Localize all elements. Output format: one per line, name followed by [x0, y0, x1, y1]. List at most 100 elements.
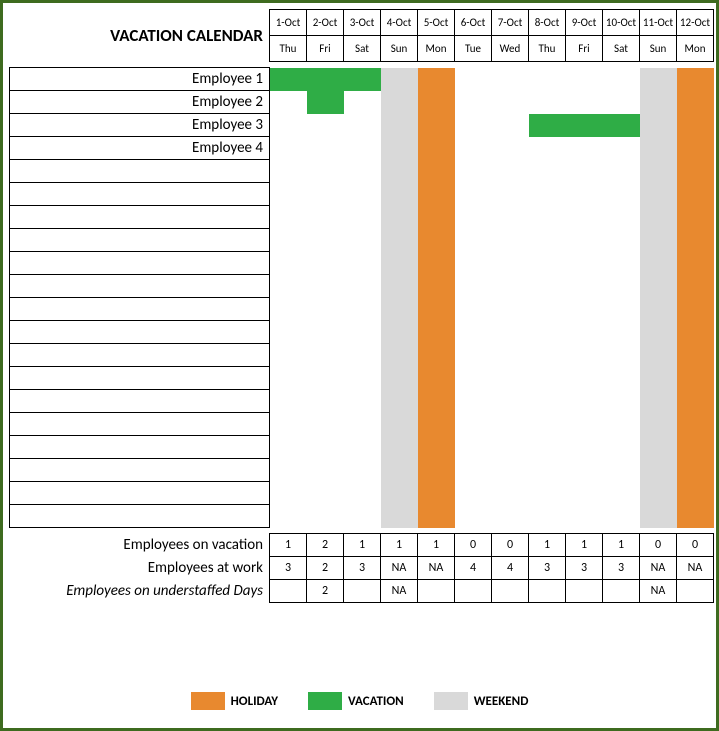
calendar-cell	[492, 459, 529, 482]
summary-cell: 2	[307, 557, 344, 580]
dow-header: Wed	[492, 36, 529, 62]
calendar-cell	[566, 436, 603, 459]
employee-label-empty	[10, 183, 270, 206]
calendar-cell	[566, 229, 603, 252]
employee-label-empty	[10, 321, 270, 344]
calendar-cell	[344, 91, 381, 114]
summary-cell	[344, 580, 381, 603]
calendar-cell	[603, 298, 640, 321]
calendar-cell	[640, 413, 677, 436]
calendar-cell	[677, 183, 714, 206]
calendar-cell	[418, 114, 455, 137]
calendar-cell	[677, 137, 714, 160]
calendar-cell	[307, 137, 344, 160]
summary-cell: 3	[529, 557, 566, 580]
calendar-cell	[270, 114, 307, 137]
calendar-cell	[677, 229, 714, 252]
calendar-cell	[603, 436, 640, 459]
dow-header: Thu	[270, 36, 307, 62]
summary-cell: NA	[418, 557, 455, 580]
calendar-cell	[677, 505, 714, 528]
summary-cell: 3	[566, 557, 603, 580]
calendar-cell	[381, 68, 418, 91]
calendar-cell	[270, 252, 307, 275]
date-header: 8-Oct	[529, 10, 566, 36]
calendar-cell	[381, 137, 418, 160]
calendar-cell	[381, 275, 418, 298]
summary-cell: 4	[492, 557, 529, 580]
calendar-cell	[492, 436, 529, 459]
calendar-cell	[381, 114, 418, 137]
calendar-cell	[344, 183, 381, 206]
calendar-cell	[455, 344, 492, 367]
summary-cell: NA	[381, 557, 418, 580]
employee-label-empty	[10, 390, 270, 413]
calendar-cell	[381, 183, 418, 206]
calendar-cell	[529, 137, 566, 160]
calendar-cell	[270, 275, 307, 298]
summary-cell: 1	[381, 534, 418, 557]
calendar-cell	[344, 252, 381, 275]
calendar-cell	[418, 321, 455, 344]
calendar-cell	[418, 390, 455, 413]
calendar-cell	[270, 91, 307, 114]
page-title: VACATION CALENDAR	[10, 10, 270, 62]
calendar-cell	[566, 68, 603, 91]
calendar-cell	[344, 436, 381, 459]
calendar-cell	[566, 298, 603, 321]
employee-label-empty	[10, 298, 270, 321]
calendar-cell	[640, 459, 677, 482]
dow-header: Sun	[381, 36, 418, 62]
calendar-cell	[529, 298, 566, 321]
summary-cell: NA	[640, 580, 677, 603]
calendar-cell	[677, 275, 714, 298]
calendar-cell	[418, 459, 455, 482]
calendar-cell	[418, 91, 455, 114]
calendar-cell	[492, 344, 529, 367]
calendar-cell	[381, 390, 418, 413]
calendar-cell	[418, 275, 455, 298]
calendar-cell	[344, 413, 381, 436]
calendar-cell	[603, 114, 640, 137]
summary-cell: 1	[566, 534, 603, 557]
calendar-cell	[381, 160, 418, 183]
calendar-cell	[270, 459, 307, 482]
calendar-cell	[455, 390, 492, 413]
calendar-cell	[418, 436, 455, 459]
calendar-cell	[677, 390, 714, 413]
calendar-cell	[344, 114, 381, 137]
calendar-cell	[307, 367, 344, 390]
calendar-cell	[529, 482, 566, 505]
calendar-cell	[270, 183, 307, 206]
summary-label: Employees at work	[10, 557, 270, 580]
summary-cell	[677, 580, 714, 603]
calendar-cell	[455, 436, 492, 459]
calendar-cell	[418, 298, 455, 321]
legend-item: VACATION	[308, 692, 404, 710]
calendar-cell	[603, 206, 640, 229]
calendar-cell	[566, 183, 603, 206]
calendar-cell	[529, 367, 566, 390]
calendar-cell	[603, 482, 640, 505]
calendar-cell	[677, 436, 714, 459]
calendar-cell	[640, 367, 677, 390]
calendar-cell	[603, 321, 640, 344]
vacation-swatch	[308, 692, 342, 710]
calendar-cell	[640, 252, 677, 275]
calendar-cell	[529, 459, 566, 482]
calendar-cell	[344, 68, 381, 91]
calendar-cell	[640, 344, 677, 367]
calendar-cell	[603, 344, 640, 367]
date-header: 11-Oct	[640, 10, 677, 36]
calendar-cell	[566, 91, 603, 114]
calendar-cell	[344, 390, 381, 413]
calendar-cell	[455, 413, 492, 436]
calendar-cell	[307, 482, 344, 505]
calendar-cell	[677, 252, 714, 275]
calendar-cell	[677, 344, 714, 367]
date-header: 7-Oct	[492, 10, 529, 36]
calendar-cell	[640, 206, 677, 229]
summary-cell	[455, 580, 492, 603]
calendar-cell	[492, 68, 529, 91]
calendar-cell	[566, 137, 603, 160]
